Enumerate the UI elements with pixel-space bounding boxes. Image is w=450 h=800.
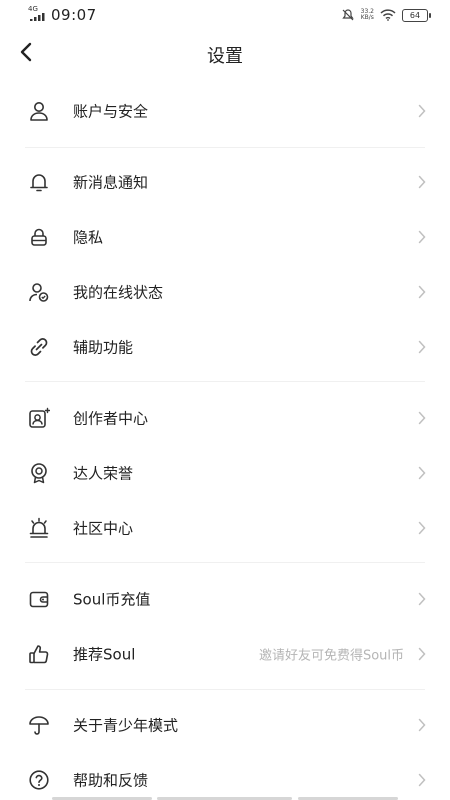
settings-item-label: Soul币充值 <box>73 590 151 608</box>
bell-icon <box>27 170 51 194</box>
battery-icon: 64 <box>402 8 431 22</box>
help-icon <box>27 768 51 792</box>
wifi-icon <box>380 9 396 21</box>
settings-item-label: 辅助功能 <box>73 338 134 356</box>
settings-item-notifications[interactable]: 新消息通知 <box>0 154 450 209</box>
settings-group-account: 账户与安全 <box>0 83 450 138</box>
settings-item-label: 隐私 <box>73 228 104 246</box>
online-status-icon <box>27 280 51 304</box>
settings-item-creator-center[interactable]: 创作者中心 <box>0 390 450 445</box>
chevron-right-icon <box>416 521 428 535</box>
link-icon <box>27 335 51 359</box>
settings-item-soul-recharge[interactable]: Soul币充值 <box>0 571 450 626</box>
wallet-icon <box>27 587 51 611</box>
chevron-right-icon <box>416 592 428 606</box>
settings-item-label: 新消息通知 <box>73 173 149 191</box>
network-type: 4G <box>28 5 38 13</box>
lock-icon <box>27 225 51 249</box>
invite-hint: 邀请好友可免费得Soul币 <box>258 648 404 663</box>
chevron-right-icon <box>416 340 428 354</box>
settings-item-talent-honors[interactable]: 达人荣誉 <box>0 445 450 500</box>
settings-group-general: 新消息通知 隐私 我的在线状态 辅助功能 <box>0 154 450 374</box>
mute-icon <box>341 9 354 21</box>
badge-icon <box>27 461 51 485</box>
community-icon <box>27 516 51 540</box>
settings-item-teen-mode[interactable]: 关于青少年模式 <box>0 697 450 752</box>
settings-item-label: 我的在线状态 <box>73 283 164 301</box>
divider <box>25 381 425 382</box>
clock: 09:07 <box>51 6 97 24</box>
settings-group-help: 关于青少年模式 帮助和反馈 <box>0 697 450 800</box>
settings-item-help-feedback[interactable]: 帮助和反馈 <box>0 752 450 800</box>
chevron-right-icon <box>416 175 428 189</box>
chevron-right-icon <box>416 230 428 244</box>
network-speed: 33.2 KB/s <box>360 8 374 21</box>
chevron-right-icon <box>416 104 428 118</box>
divider <box>25 562 425 563</box>
chevron-right-icon <box>416 466 428 480</box>
status-bar: 4G 09:07 33.2 KB/s 64 <box>0 0 450 30</box>
settings-item-label: 推荐Soul <box>73 645 136 663</box>
chevron-right-icon <box>416 285 428 299</box>
settings-item-label: 社区中心 <box>73 519 134 537</box>
settings-item-label: 关于青少年模式 <box>73 716 179 734</box>
settings-item-recommend-soul[interactable]: 推荐Soul 邀请好友可免费得Soul币 <box>0 626 450 681</box>
user-icon <box>27 99 51 123</box>
signal-icon <box>30 13 45 21</box>
settings-item-accessibility[interactable]: 辅助功能 <box>0 319 450 374</box>
umbrella-icon <box>27 713 51 737</box>
settings-item-community-center[interactable]: 社区中心 <box>0 500 450 555</box>
divider <box>25 689 425 690</box>
chevron-right-icon <box>416 411 428 425</box>
nav-bar: 设置 <box>0 30 450 80</box>
chevron-right-icon <box>416 773 428 787</box>
settings-item-label: 创作者中心 <box>73 409 149 427</box>
thumbs-up-icon <box>27 642 51 666</box>
creator-icon <box>27 406 51 430</box>
settings-item-label: 账户与安全 <box>73 102 149 120</box>
chevron-right-icon <box>416 647 428 661</box>
settings-item-account-security[interactable]: 账户与安全 <box>0 83 450 138</box>
settings-item-online-status[interactable]: 我的在线状态 <box>0 264 450 319</box>
settings-group-soul: Soul币充值 推荐Soul 邀请好友可免费得Soul币 <box>0 571 450 681</box>
chevron-right-icon <box>416 718 428 732</box>
settings-item-label: 帮助和反馈 <box>73 771 149 789</box>
settings-item-label: 达人荣誉 <box>73 464 134 482</box>
divider <box>25 147 425 148</box>
settings-group-creator: 创作者中心 达人荣誉 社区中心 <box>0 390 450 555</box>
page-title: 设置 <box>207 46 243 67</box>
settings-item-privacy[interactable]: 隐私 <box>0 209 450 264</box>
